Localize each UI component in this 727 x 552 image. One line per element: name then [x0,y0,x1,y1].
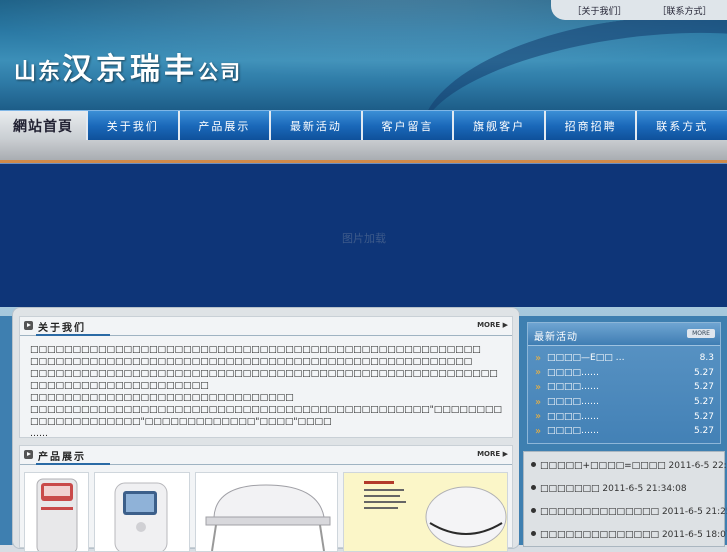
product-thumbnail[interactable] [195,472,338,552]
top-links: ［关于我们］ ［联系方式］ [551,0,727,20]
double-arrow-icon: » [535,396,542,408]
news-box: 最新活动 MORE » □□□□—E□□ … 8.3 » □□□□…… 5.27 » □□… [527,322,721,444]
about-more-link[interactable]: MORE ▶ [477,321,508,329]
guestbook-item[interactable]: □□□□□□□□□□□□□□ 2011-6-5 21:25:37 [524,507,727,517]
about-line: …… [30,429,48,439]
product-brochure-image [343,473,507,551]
news-item[interactable]: » □□□□…… 5.27 [532,380,714,395]
double-arrow-icon: » [535,411,542,423]
content-panel: 关于我们 MORE ▶ □□□□□□□□□□□□□□□□□□□□□□□□□□□□… [12,307,520,552]
news-item[interactable]: » □□□□…… 5.27 [532,424,714,439]
title-underline [36,334,110,336]
products-more-link[interactable]: MORE ▶ [477,450,508,458]
brand-name: 汉京瑞丰 [62,52,199,87]
products-section: 产品展示 MORE ▶ [19,445,513,552]
product-thumbnail[interactable] [342,472,508,552]
main-nav: 網站首頁 关于我们 产品展示 最新活动 客户留言 旗舰客户 招商招聘 联系方式 [0,110,727,141]
product-device-image [36,478,78,551]
news-item[interactable]: » □□□□…… 5.27 [532,409,714,424]
guestbook-item[interactable]: □□□□□□□ 2011-6-5 21:34:08 [524,484,724,494]
nav-item-news[interactable]: 最新活动 [269,111,361,141]
about-text: □□□□□□□□□□□□□□□□□□□□□□□□□□□□□□□□□□□□□□□□… [30,344,504,440]
title-underline [36,463,110,465]
about-line: □□□□□□□□□□□□□□□□□□□□□□□□□□□□□□□□□□□□□□□□… [30,369,498,391]
section-arrow-icon [24,450,33,459]
products-header: 产品展示 MORE ▶ [20,446,512,465]
double-arrow-icon: » [535,381,542,393]
product-device-image [114,482,168,551]
guestbook-list: □□□□□+□□□□=□□□□ 2011-6-5 22:44:26 □□□□□□… [523,451,727,547]
news-header: 最新活动 MORE [528,323,720,346]
guestbook-item[interactable]: □□□□□□□□□□□□□□ 2011-6-5 18:07:25 [524,530,727,540]
about-line: □□□□□□□□□□□□□□□□□□□□□□□□□□□□□□□□□□□□□□□□… [30,357,473,367]
nav-home[interactable]: 網站首頁 [0,111,86,141]
double-arrow-icon: » [535,367,542,379]
product-capsule-image [205,484,331,551]
news-more-button[interactable]: MORE [687,329,715,338]
left-gutter [0,316,12,545]
double-arrow-icon: » [535,352,542,364]
nav-item-contact[interactable]: 联系方式 [635,111,727,141]
product-thumbnail[interactable] [24,472,90,552]
banner-placeholder: 图片加载 [342,232,386,245]
about-line: □□□□□□□□□□□□□□□□□□□□□□□□□□□□□□□□□□□□□□□□… [30,345,481,355]
bullet-icon [531,462,536,467]
about-header: 关于我们 MORE ▶ [20,317,512,336]
nav-item-clients[interactable]: 旗舰客户 [452,111,544,141]
product-gallery [24,472,508,552]
banner: 图片加载 [0,163,727,308]
bullet-icon [531,508,536,513]
brand-suffix: 公司 [198,60,243,84]
bullet-icon [531,485,536,490]
site-logo[interactable]: 山东汉京瑞丰公司 [14,44,242,88]
news-item[interactable]: » □□□□…… 5.27 [532,395,714,410]
nav-item-about[interactable]: 关于我们 [86,111,178,141]
product-thumbnail[interactable] [94,472,191,552]
top-link-about[interactable]: ［关于我们］ [572,4,626,17]
nav-item-recruit[interactable]: 招商招聘 [543,111,636,141]
news-item[interactable]: » □□□□…… 5.27 [532,366,714,381]
top-link-contact[interactable]: ［联系方式］ [657,4,711,17]
about-line: □□□□□□□□□□□□□□□□□□□□□□□□□□□□□□□□□□□□□□□□… [30,405,502,427]
products-title: 产品展示 [38,452,86,463]
news-item[interactable]: » □□□□—E□□ … 8.3 [532,351,714,366]
about-section: 关于我们 MORE ▶ □□□□□□□□□□□□□□□□□□□□□□□□□□□□… [19,316,513,440]
bullet-icon [531,531,536,536]
news-title: 最新活动 [534,332,578,343]
header-divider-strip [0,140,727,163]
guestbook-item[interactable]: □□□□□+□□□□=□□□□ 2011-6-5 22:44:26 [524,461,727,471]
double-arrow-icon: » [535,425,542,437]
about-title: 关于我们 [38,323,86,334]
news-list: » □□□□—E□□ … 8.3 » □□□□…… 5.27 » □□□□…… 5.27 »… [532,351,714,439]
nav-item-guestbook[interactable]: 客户留言 [360,111,453,141]
brand-prefix: 山东 [14,60,63,85]
section-arrow-icon [24,321,33,330]
nav-item-products[interactable]: 产品展示 [177,111,270,141]
about-line: □□□□□□□□□□□□□□□□□□□□□□□□□□□□□□□ [30,393,294,403]
site-header: 山东汉京瑞丰公司 ［关于我们］ ［联系方式］ [0,0,727,110]
